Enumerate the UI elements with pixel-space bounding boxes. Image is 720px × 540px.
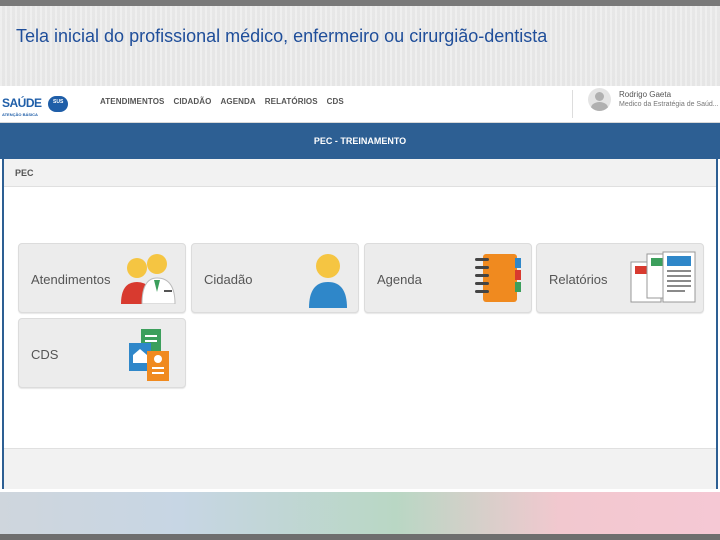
user-role: Medico da Estratégia de Saúd... [619, 101, 719, 108]
forms-icon [129, 329, 169, 381]
panel-footer [4, 448, 716, 489]
tile-label: Agenda [377, 272, 422, 287]
tile-label: Relatórios [549, 272, 608, 287]
tile-cidadao[interactable]: Cidadão [191, 243, 359, 313]
slide-title: Tela inicial do profissional médico, enf… [16, 26, 548, 46]
tile-label: Cidadão [204, 272, 253, 287]
panel-title: PEC [15, 168, 34, 178]
tile-atendimentos[interactable]: Atendimentos [18, 243, 186, 313]
nav-cidadao[interactable]: CIDADÃO [173, 97, 211, 106]
nav-agenda[interactable]: AGENDA [221, 97, 256, 106]
environment-label: PEC - TREINAMENTO [313, 136, 407, 146]
notebook-icon [475, 254, 521, 302]
header-divider [572, 90, 573, 118]
slide-bottom-decoration [0, 492, 720, 540]
reports-icon [630, 251, 696, 303]
pec-panel: PEC Atendimentos Cidadão Agenda Relatóri… [2, 159, 718, 489]
tile-label: Atendimentos [31, 272, 111, 287]
main-nav: ATENDIMENTOS CIDADÃO AGENDA RELATÓRIOS C… [100, 97, 344, 106]
app-screenshot: SAÚDE SUS ATENÇÃO BÁSICA ATENDIMENTOS CI… [0, 86, 720, 492]
user-avatar-icon[interactable] [588, 88, 611, 111]
logo-cross-icon: SUS [48, 96, 68, 112]
tile-agenda[interactable]: Agenda [364, 243, 532, 313]
people-icon [121, 254, 176, 304]
nav-atendimentos[interactable]: ATENDIMENTOS [100, 97, 164, 106]
saude-logo[interactable]: SAÚDE SUS ATENÇÃO BÁSICA [0, 90, 72, 120]
panel-header: PEC [4, 159, 716, 187]
environment-bar: PEC - TREINAMENTO [0, 123, 720, 159]
nav-cds[interactable]: CDS [327, 97, 344, 106]
tile-label: CDS [31, 347, 59, 362]
user-name[interactable]: Rodrigo Gaeta [619, 90, 671, 99]
app-header: SAÚDE SUS ATENÇÃO BÁSICA ATENDIMENTOS CI… [0, 86, 720, 123]
logo-text: SAÚDE [2, 96, 42, 110]
person-icon [309, 254, 347, 308]
slide-bottom-strip [0, 534, 720, 540]
slide-top-strip [0, 0, 720, 6]
logo-subtitle: ATENÇÃO BÁSICA [2, 112, 38, 117]
logo-badge: SUS [53, 99, 64, 105]
tile-cds[interactable]: CDS [18, 318, 186, 388]
tile-relatorios[interactable]: Relatórios [536, 243, 704, 313]
nav-relatorios[interactable]: RELATÓRIOS [265, 97, 318, 106]
